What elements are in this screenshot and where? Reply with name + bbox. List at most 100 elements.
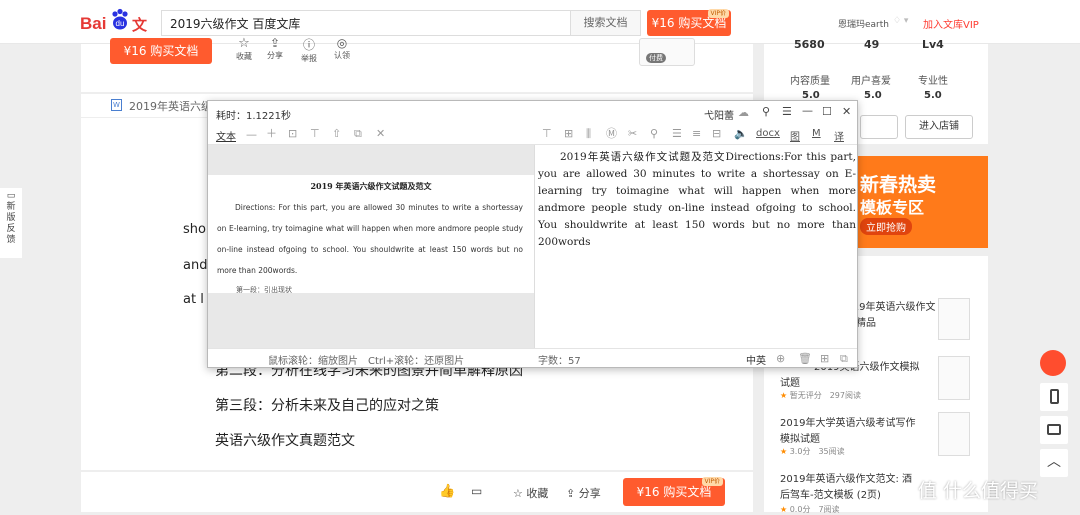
ocr-toolbar: 文本 — ＋ ⊡ ⊤ ⇧ ⧉ ✕ ⊤ ⊞ ⫼ Ⓜ ✂ ⚲ ☰ ≡ ⊟ 🔈 doc… (208, 125, 857, 145)
close-icon[interactable]: ✕ (842, 106, 851, 118)
docx-export[interactable]: docx (756, 128, 780, 139)
clear-icon[interactable]: ✕ (376, 128, 385, 140)
share-icon: ⇪ (269, 36, 281, 50)
header-buy-label: ¥16 购买文档 (651, 16, 727, 30)
doc-text-frag-2: and (183, 258, 208, 273)
bottom-buy-button[interactable]: ¥16 购买文档 VIP价 (623, 477, 725, 506)
markdown-icon[interactable]: Ⓜ (606, 128, 617, 140)
ocr-elapsed-time: 耗时：1.1221秒 (216, 111, 291, 122)
related-rating-2: 暂无评分 (789, 391, 822, 400)
minus-icon[interactable]: — (246, 129, 257, 141)
speaker-icon[interactable]: 🔈 (734, 128, 748, 140)
comment-icon[interactable]: ▭ (471, 484, 482, 498)
related-rating-3: 3.0分 (789, 447, 811, 456)
related-title2-2: 试题 (780, 378, 800, 389)
stat-score-2: 5.0 (864, 90, 882, 101)
join-vip-link[interactable]: 加入文库VIP (923, 16, 979, 31)
scissors-icon[interactable]: ✂ (628, 128, 637, 140)
copy-icon[interactable]: ⧉ (840, 353, 848, 365)
doc-tab-title: 2019年英语六级 (129, 100, 212, 113)
upload-icon[interactable]: ⇧ (332, 128, 341, 140)
cloud-icon[interactable]: ☁ (738, 107, 749, 119)
menu-icon[interactable]: ☰ (782, 106, 792, 118)
related-meta-3: ★ 3.0分 35阅读 (780, 447, 845, 456)
source-body: Directions: For this part, you are allow… (217, 203, 523, 275)
merge-icon[interactable]: ≡ (692, 128, 701, 140)
banner-line1: 新春热卖 (860, 174, 937, 196)
certify-label: 认领 (334, 51, 350, 60)
certify-icon: ◎ (336, 36, 348, 50)
source-title: 2019 年英语六级作文试题及范文 (310, 181, 432, 191)
collect-action[interactable]: ☆ 收藏 (233, 36, 255, 62)
search-input[interactable] (162, 11, 570, 35)
paid-tag: 付费 (646, 53, 666, 63)
like-icon[interactable]: 👍 (439, 484, 455, 499)
image-export[interactable]: 图 (790, 128, 800, 143)
text-frame-icon[interactable]: ⊤ (310, 128, 320, 140)
doc-buy-button[interactable]: ¥16 购买文档 (110, 38, 212, 64)
ocr-result-pane[interactable]: 2019年英语六级作文试题及范文Directions:For this part… (534, 145, 857, 349)
language-toggle[interactable]: 中英 (746, 352, 766, 367)
copy-image-icon[interactable]: ⧉ (354, 128, 362, 140)
svg-text:du: du (116, 19, 125, 28)
share-action[interactable]: ⇪ 分享 (264, 36, 286, 61)
related-thumb-1 (938, 298, 970, 340)
ocr-image-pane[interactable]: 2019 年英语六级作文试题及范文 Directions: For this p… (208, 145, 534, 349)
doc-text-frag-3: at l (183, 292, 204, 307)
ocr-result-text[interactable]: 2019年英语六级作文试题及范文Directions:For this part… (538, 149, 856, 251)
related-meta-2: ★ 暂无评分 297阅读 (780, 391, 861, 400)
crop-icon[interactable]: ⊡ (288, 128, 297, 140)
related-item-3[interactable]: 2019年大学英语六级考试写作 模拟试题 ★ 3.0分 35阅读 (780, 412, 980, 460)
word-doc-icon: W (111, 99, 122, 111)
pin-icon[interactable]: ⚲ (762, 106, 770, 118)
add-icon[interactable]: ⊕ (776, 353, 785, 365)
red-envelope-icon[interactable] (1040, 350, 1066, 376)
stat-value-3: Lv4 (922, 38, 944, 51)
doc-line-3: 第三段：分析未来及自己的应对之策 (215, 398, 439, 414)
related-reads-2: 297阅读 (829, 391, 861, 400)
columns-icon[interactable]: ⫼ (586, 128, 591, 140)
mobile-icon[interactable] (1040, 383, 1068, 411)
feedback-tab[interactable]: ▭ 新版反馈 (0, 188, 22, 258)
baidu-wenku-logo[interactable]: Bai du 文库 (80, 8, 158, 55)
ocr-title-bar[interactable]: 耗时：1.1221秒 弋阳蕾 ☁ ⚲ ☰ — ☐ ✕ (208, 101, 857, 125)
header-buy-button[interactable]: ¥16 购买文档 VIP价 (647, 9, 731, 36)
search-button[interactable]: 搜索文档 (570, 11, 640, 35)
minimize-icon[interactable]: — (802, 105, 813, 117)
text-format-icon[interactable]: ⊤ (542, 128, 552, 140)
bottom-collect[interactable]: ☆ 收藏 (513, 485, 548, 501)
doc-line-4: 英语六级作文真题范文 (215, 433, 355, 449)
share-label: 分享 (267, 51, 283, 60)
maximize-icon[interactable]: ☐ (822, 106, 832, 118)
text-tab[interactable]: 文本 (216, 128, 236, 143)
feedback-label: 新版反馈 (6, 202, 16, 245)
paw-icon: du (112, 8, 128, 30)
ocr-window: 耗时：1.1221秒 弋阳蕾 ☁ ⚲ ☰ — ☐ ✕ 文本 — ＋ ⊡ ⊤ ⇧ … (207, 100, 858, 368)
bottom-share[interactable]: ⇪ 分享 (566, 485, 601, 501)
report-action[interactable]: ⓘ 举报 (298, 36, 320, 64)
user-name[interactable]: 恩瑞玛earth (838, 17, 889, 30)
stat-label-love: 用户喜爱 (851, 76, 891, 87)
related-title2-4: 后驾车-范文模板 (2页) (780, 490, 881, 501)
plus-icon[interactable]: ＋ (266, 128, 277, 140)
related-title2-3: 模拟试题 (780, 434, 820, 445)
follow-button[interactable] (860, 115, 898, 139)
related-meta-4: ★ 0.0分 7阅读 (780, 505, 840, 514)
split-icon[interactable]: ⊟ (712, 128, 721, 140)
certify-action[interactable]: ◎ 认领 (331, 36, 353, 61)
related-title-3: 2019年大学英语六级考试写作 (780, 418, 916, 429)
paid-doc-thumb[interactable]: 付费 (639, 38, 695, 66)
align-icon[interactable]: ☰ (672, 128, 682, 140)
markdown-export[interactable]: M (812, 128, 821, 139)
back-to-top-icon[interactable]: ︿ (1040, 449, 1068, 477)
report-icon: ⓘ (302, 38, 315, 52)
translate-button[interactable]: 译 (834, 128, 844, 143)
ocr-user: 弋阳蕾 (704, 111, 734, 122)
delete-icon[interactable]: 🗑 (798, 353, 812, 365)
related-reads-4: 7阅读 (818, 505, 840, 514)
search-icon[interactable]: ⚲ (650, 128, 658, 140)
add-page-icon[interactable]: ⊞ (820, 353, 829, 365)
enter-shop-button[interactable]: 进入店铺 (905, 115, 973, 139)
table-icon[interactable]: ⊞ (564, 128, 573, 140)
chat-icon[interactable] (1040, 416, 1068, 444)
